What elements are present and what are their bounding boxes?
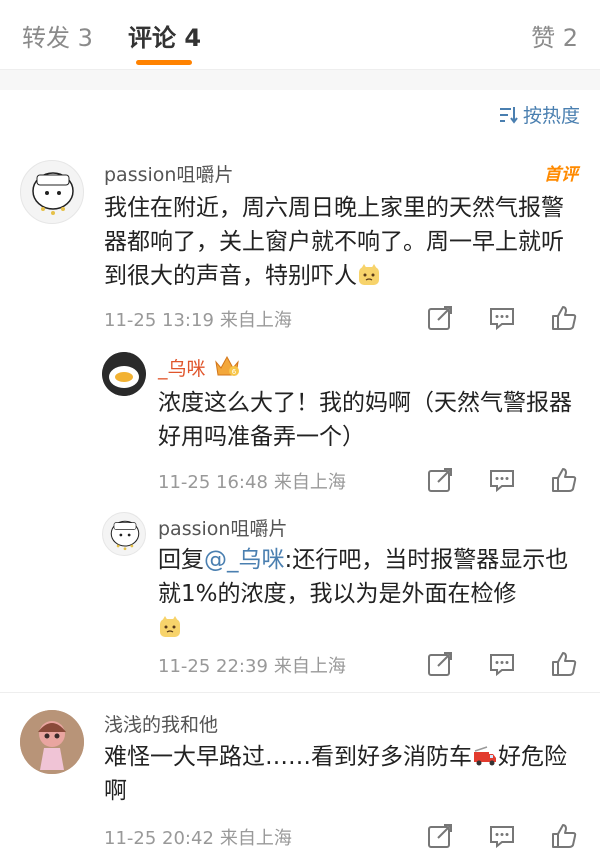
comment-item: passion咀嚼片 首评 我住在附近，周六周日晚上家里的天然气报警器都响了，关…	[0, 150, 600, 340]
reply-prefix: 回复	[158, 547, 204, 573]
section-separator	[0, 70, 600, 90]
share-icon[interactable]	[426, 304, 454, 332]
username[interactable]: passion咀嚼片	[158, 514, 287, 541]
tab-likes[interactable]: 赞 2	[531, 18, 578, 53]
comment-meta: 11-25 13:19 来自上海	[104, 306, 292, 332]
like-icon[interactable]	[550, 822, 578, 850]
comment-location: 来自上海	[219, 310, 292, 331]
avatar[interactable]	[102, 352, 146, 396]
reply-item: _乌咪 6 浓度这么大了！我的妈啊（天然气警报器好用吗准备弄一个） 11-25 …	[0, 340, 600, 510]
sort-by-heat-button[interactable]: 按热度	[499, 101, 580, 128]
tab-repost[interactable]: 转发 3	[22, 18, 93, 53]
comment-actions	[426, 304, 578, 332]
doll-avatar-image	[20, 710, 84, 774]
comment-divider	[0, 692, 600, 693]
dog-avatar-image	[32, 172, 74, 215]
comment-time: 11-25 20:42	[104, 828, 214, 849]
avatar[interactable]	[20, 710, 84, 774]
comment-meta: 11-25 22:39 来自上海	[158, 652, 346, 678]
comment-body: 我住在附近，周六周日晚上家里的天然气报警器都响了，关上窗户就不响了。周一早上就听…	[104, 195, 564, 289]
comment-item: 浅浅的我和他 难怪一大早路过……看到好多消防车 好危险啊 11-25 20:42 来…	[0, 700, 600, 863]
first-comment-badge: 首评	[544, 165, 578, 185]
comment-time: 11-25 16:48	[158, 472, 268, 493]
comment-icon[interactable]	[488, 466, 516, 494]
comment-location: 来自上海	[273, 656, 346, 677]
active-tab-indicator	[136, 60, 192, 65]
comment-icon[interactable]	[488, 650, 516, 678]
share-icon[interactable]	[426, 822, 454, 850]
comment-actions	[426, 650, 578, 678]
username[interactable]: passion咀嚼片	[104, 160, 233, 187]
reply-item: passion咀嚼片 回复@_乌咪:还行吧，当时报警器显示也就1%的浓度，我以为…	[0, 510, 600, 690]
comment-icon[interactable]	[488, 822, 516, 850]
comment-text: 浓度这么大了！我的妈啊（天然气警报器好用吗准备弄一个）	[158, 390, 572, 450]
tab-comments[interactable]: 评论 4	[128, 18, 201, 53]
comment-location: 来自上海	[273, 472, 346, 493]
comment-meta: 11-25 20:42 来自上海	[104, 824, 292, 850]
cat-emoji	[359, 264, 379, 285]
comment-body: 难怪一大早路过……看到好多消防车	[104, 744, 472, 770]
avatar[interactable]	[20, 160, 84, 224]
comment-text: 我住在附近，周六周日晚上家里的天然气报警器都响了，关上窗户就不响了。周一早上就听…	[104, 191, 582, 293]
username[interactable]: 浅浅的我和他	[104, 710, 218, 737]
like-icon[interactable]	[550, 304, 578, 332]
sort-label: 按热度	[522, 105, 580, 127]
comment-location: 来自上海	[219, 828, 292, 849]
comment-icon[interactable]	[488, 304, 516, 332]
fire-truck-emoji	[474, 746, 496, 766]
character-avatar-image	[102, 352, 146, 396]
comment-time: 11-25 22:39	[158, 656, 268, 677]
crown-vip-badge: 6	[215, 355, 239, 376]
comment-text: 难怪一大早路过……看到好多消防车 好危险啊	[104, 740, 582, 808]
comment-meta: 11-25 16:48 来自上海	[158, 468, 346, 494]
cat-emoji	[160, 616, 180, 637]
sort-icon	[499, 106, 518, 124]
tab-bar: 转发 3 评论 4 赞 2	[0, 0, 600, 70]
comment-time: 11-25 13:19	[104, 310, 214, 331]
comment-actions	[426, 822, 578, 850]
comment-text: 回复@_乌咪:还行吧，当时报警器显示也就1%的浓度，我以为是外面在检修	[158, 543, 578, 645]
svg-text:6: 6	[232, 368, 237, 376]
avatar[interactable]	[102, 512, 146, 556]
mention-link[interactable]: @_乌咪	[204, 547, 285, 573]
username[interactable]: _乌咪	[158, 354, 206, 381]
like-icon[interactable]	[550, 466, 578, 494]
share-icon[interactable]	[426, 650, 454, 678]
dog-avatar-image	[110, 520, 140, 551]
share-icon[interactable]	[426, 466, 454, 494]
comment-actions	[426, 466, 578, 494]
like-icon[interactable]	[550, 650, 578, 678]
